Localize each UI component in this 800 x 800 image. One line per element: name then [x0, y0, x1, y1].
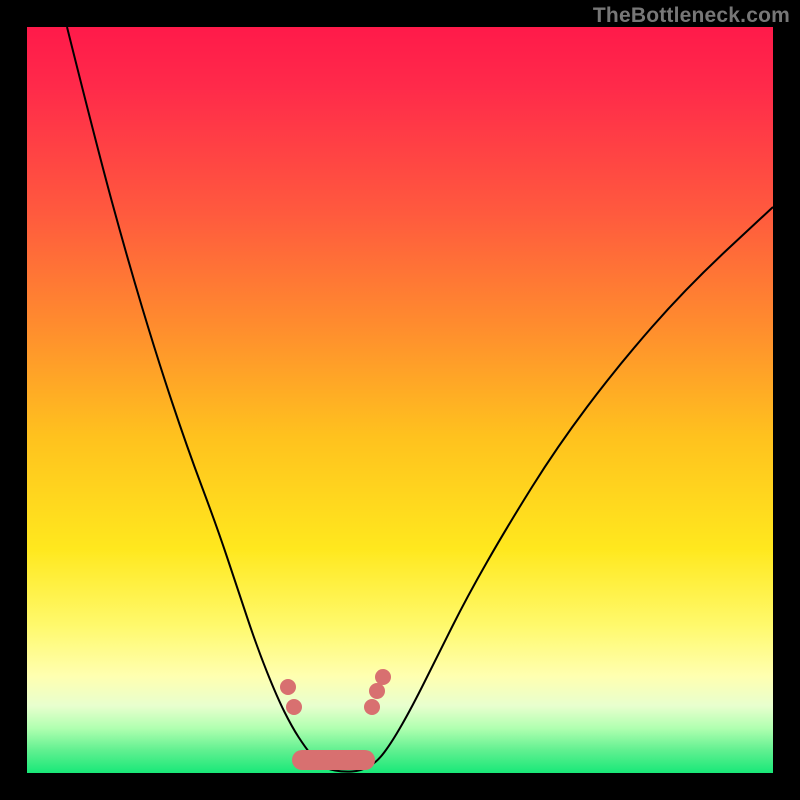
curve-marker [280, 679, 296, 695]
curve-markers [280, 669, 391, 770]
chart-frame: TheBottleneck.com [0, 0, 800, 800]
curve-layer [27, 27, 773, 773]
curve-marker [364, 699, 380, 715]
bottleneck-curve [67, 27, 773, 772]
curve-marker [369, 683, 385, 699]
curve-marker [375, 669, 391, 685]
curve-marker-pill [292, 750, 375, 770]
plot-area [27, 27, 773, 773]
watermark-text: TheBottleneck.com [593, 4, 790, 28]
curve-marker [286, 699, 302, 715]
